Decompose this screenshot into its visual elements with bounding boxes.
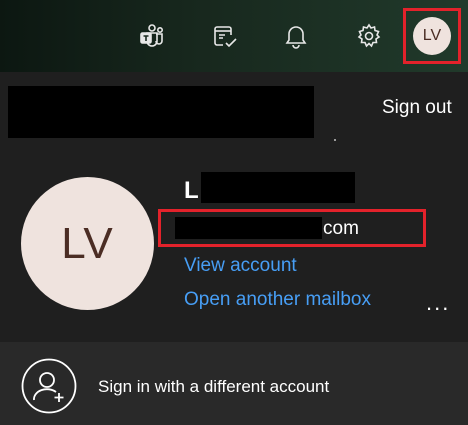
my-day-icon[interactable] xyxy=(207,18,243,54)
notifications-bell-icon[interactable] xyxy=(278,18,314,54)
sign-in-different-account-label[interactable]: Sign in with a different account xyxy=(98,377,329,397)
top-header-bar: LV xyxy=(0,0,468,72)
more-options-button[interactable]: ... xyxy=(426,290,450,316)
avatar-initials: LV xyxy=(413,17,451,55)
account-avatar: LV xyxy=(21,177,154,310)
account-manager-avatar-button[interactable]: LV xyxy=(403,8,461,64)
divider-dot xyxy=(334,139,336,141)
sign-out-link[interactable]: Sign out xyxy=(382,97,452,119)
settings-gear-icon[interactable] xyxy=(351,18,387,54)
view-account-link[interactable]: View account xyxy=(184,255,297,277)
redacted-email xyxy=(175,217,322,239)
redacted-organization-name xyxy=(8,86,314,138)
open-another-mailbox-link[interactable]: Open another mailbox xyxy=(184,289,371,311)
redacted-account-name xyxy=(201,172,355,203)
account-name: L xyxy=(184,177,199,204)
add-person-icon[interactable] xyxy=(21,358,77,414)
account-email: com xyxy=(323,218,359,239)
teams-icon[interactable] xyxy=(134,18,170,54)
